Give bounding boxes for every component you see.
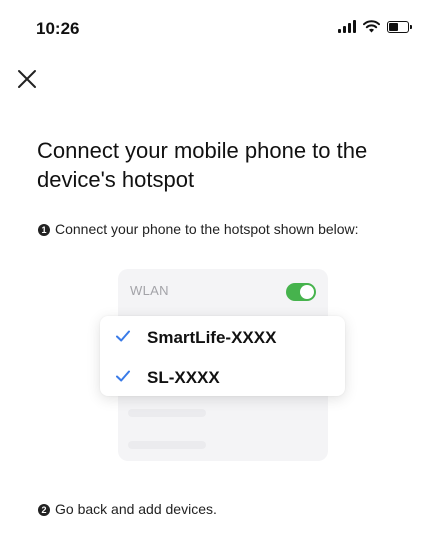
wlan-label: WLAN <box>130 283 169 298</box>
checkmark-icon <box>116 370 130 382</box>
status-time: 10:26 <box>36 19 80 38</box>
step-2: 2 Go back and add devices. <box>38 500 388 518</box>
network-item-sl: SL-XXXX <box>100 358 345 396</box>
step-2-text: Go back and add devices. <box>55 501 217 517</box>
network-list: SmartLife-XXXX SL-XXXX <box>100 316 345 396</box>
page-title: Connect your mobile phone to the device'… <box>37 138 368 192</box>
step-1-text: Connect your phone to the hotspot shown … <box>55 221 359 237</box>
wifi-icon <box>363 20 380 33</box>
signal-icon <box>338 20 356 33</box>
status-icons <box>338 20 412 33</box>
wlan-toggle <box>286 283 316 301</box>
network-name: SL-XXXX <box>147 368 220 387</box>
step-number-badge: 1 <box>38 224 50 236</box>
placeholder-row <box>128 441 206 449</box>
close-icon <box>18 70 36 88</box>
battery-icon <box>387 20 412 33</box>
status-bar: 10:26 <box>0 0 427 60</box>
checkmark-icon <box>116 330 130 342</box>
network-item-smartlife: SmartLife-XXXX <box>100 318 345 356</box>
close-button[interactable] <box>14 66 42 94</box>
step-number-badge: 2 <box>38 504 50 516</box>
network-name: SmartLife-XXXX <box>147 328 277 347</box>
step-1: 1 Connect your phone to the hotspot shown… <box>38 220 388 238</box>
placeholder-row <box>128 409 206 417</box>
